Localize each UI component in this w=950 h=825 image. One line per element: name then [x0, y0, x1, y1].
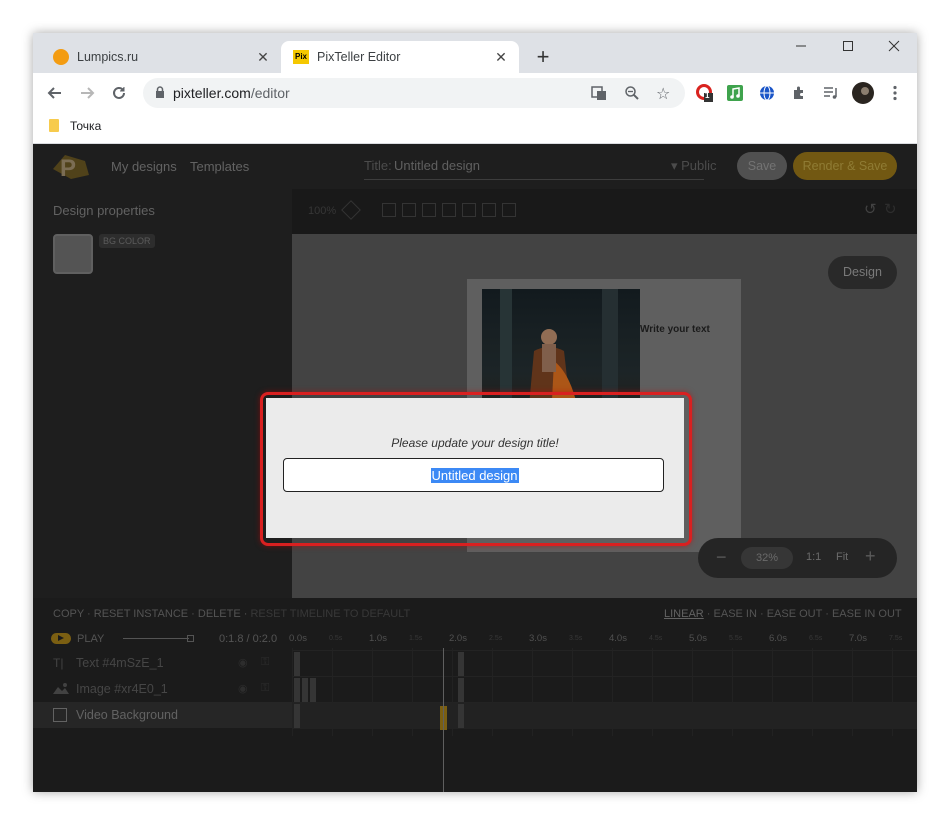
tab-strip: Lumpics.ru ✕ Pix PixTeller Editor ✕ + [33, 33, 917, 73]
tab-close-icon[interactable]: ✕ [493, 49, 509, 65]
design-title-input[interactable] [283, 458, 664, 492]
extension-music-icon[interactable] [725, 83, 745, 103]
tab-lumpics[interactable]: Lumpics.ru ✕ [41, 41, 281, 73]
folder-icon [49, 119, 59, 132]
url-text: pixteller.com/editor [173, 85, 290, 101]
pixteller-favicon-icon: Pix [293, 49, 309, 65]
rename-dialog: Please update your design title! Untitle… [266, 398, 684, 538]
close-window-icon[interactable] [879, 39, 909, 59]
zoom-icon[interactable] [624, 85, 640, 106]
bookmark-star-icon[interactable]: ☆ [656, 84, 670, 104]
bookmarks-bar: Точка [33, 113, 917, 144]
tab-title: PixTeller Editor [317, 50, 401, 64]
extension-globe-icon[interactable] [757, 83, 777, 103]
extensions-puzzle-icon[interactable] [789, 83, 809, 103]
new-tab-icon[interactable]: + [533, 46, 553, 68]
media-control-icon[interactable] [821, 83, 841, 103]
menu-kebab-icon[interactable] [885, 83, 905, 103]
address-bar[interactable]: pixteller.com/editor ☆ [143, 78, 685, 108]
browser-window: Lumpics.ru ✕ Pix PixTeller Editor ✕ + pi… [33, 33, 917, 792]
back-arrow-icon[interactable] [45, 83, 65, 103]
tab-close-icon[interactable]: ✕ [255, 49, 271, 65]
minimize-icon[interactable] [786, 39, 816, 59]
maximize-icon[interactable] [833, 39, 863, 59]
translate-icon[interactable] [591, 85, 607, 106]
tab-pixteller[interactable]: Pix PixTeller Editor ✕ [281, 41, 519, 73]
tab-title: Lumpics.ru [77, 50, 139, 64]
dialog-message: Please update your design title! [391, 436, 559, 450]
pixteller-editor: P My designs Templates Title: Untitled d… [33, 144, 917, 792]
forward-arrow-icon[interactable] [77, 83, 97, 103]
reload-icon[interactable] [109, 83, 129, 103]
orange-favicon-icon [53, 49, 69, 65]
extension-opera-icon[interactable]: 1 [695, 83, 715, 103]
bookmark-tochka[interactable]: Точка [70, 119, 101, 133]
browser-toolbar: pixteller.com/editor ☆ 1 [33, 73, 917, 113]
profile-avatar[interactable] [851, 81, 875, 105]
lock-icon [155, 86, 165, 104]
